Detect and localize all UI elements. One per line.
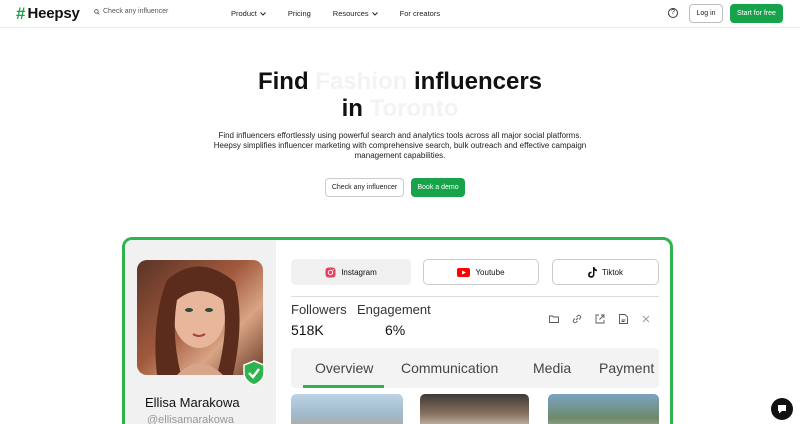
youtube-icon: [457, 267, 471, 277]
chat-button[interactable]: [771, 398, 793, 420]
login-button[interactable]: Log in: [689, 4, 723, 23]
hero-title-in: in: [341, 95, 363, 122]
book-demo-button[interactable]: Book a demo: [411, 178, 465, 197]
chevron-down-icon: [260, 11, 266, 16]
media-thumbnail[interactable]: [420, 394, 529, 424]
instagram-icon: [325, 267, 336, 277]
tab-communication[interactable]: Communication: [401, 360, 498, 376]
nav-for-creators-label: For creators: [399, 9, 441, 18]
logo-text: Heepsy: [27, 5, 80, 22]
profile-name: Ellisa Marakowa: [145, 395, 240, 410]
profile-subtabs: Overview Communication Media Payment: [291, 348, 659, 388]
followers-value: 518K: [291, 322, 324, 338]
tiktok-icon: [587, 266, 597, 278]
external-link-icon[interactable]: [595, 314, 605, 324]
divider: [291, 296, 659, 297]
link-icon[interactable]: [572, 314, 582, 324]
chevron-down-icon: [371, 11, 378, 16]
media-thumbnail[interactable]: [548, 394, 659, 424]
nav-product-label: Product: [231, 9, 257, 18]
tab-youtube[interactable]: Youtube: [423, 259, 539, 285]
nav-resources-label: Resources: [332, 9, 369, 18]
logo[interactable]: # Heepsy: [16, 3, 80, 23]
verified-shield-icon: [243, 360, 265, 386]
top-nav: # Heepsy Check any influencer Product Pr…: [0, 0, 800, 28]
profile-sidebar: Ellisa Marakowa @ellisamarakowa: [125, 240, 276, 424]
engagement-value: 6%: [385, 322, 406, 338]
close-icon[interactable]: [641, 314, 651, 324]
folder-icon[interactable]: [549, 314, 559, 324]
tab-tiktok[interactable]: Tiktok: [552, 259, 659, 285]
tab-instagram-label: Instagram: [341, 267, 377, 277]
question-circle-icon[interactable]: ?: [668, 8, 678, 18]
tab-instagram[interactable]: Instagram: [291, 259, 411, 285]
nav-search-input[interactable]: Check any influencer: [94, 8, 168, 15]
tab-tiktok-label: Tiktok: [601, 267, 624, 277]
card-actions: [549, 314, 651, 324]
pdf-file-icon[interactable]: [618, 314, 628, 324]
hero-subtitle: Find influencers effortlessly using powe…: [213, 131, 587, 160]
search-icon: [94, 8, 100, 15]
hero-title-find: Find: [257, 68, 309, 95]
tab-media[interactable]: Media: [533, 360, 571, 376]
influencer-profile-card: Ellisa Marakowa @ellisamarakowa Instagra…: [122, 237, 673, 424]
hero-title: Find Fashion influencers in Toronto: [0, 68, 800, 122]
followers-label: Followers: [291, 302, 347, 317]
nav-for-creators[interactable]: For creators: [400, 9, 440, 18]
nav-pricing[interactable]: Pricing: [288, 9, 311, 18]
tab-youtube-label: Youtube: [475, 267, 505, 277]
active-tab-indicator: [303, 385, 384, 388]
nav-product[interactable]: Product: [231, 9, 266, 18]
chat-icon: [778, 405, 786, 414]
profile-handle: @ellisamarakowa: [147, 414, 234, 424]
nav-pricing-label: Pricing: [287, 9, 311, 18]
logo-mark: #: [16, 3, 26, 23]
media-thumbnail[interactable]: [291, 394, 403, 424]
hero-title-location: Toronto: [369, 95, 459, 122]
engagement-label: Engagement: [357, 302, 431, 317]
tab-payment[interactable]: Payment: [599, 360, 654, 376]
search-placeholder: Check any influencer: [103, 8, 169, 15]
profile-photo: [137, 260, 263, 375]
hero-title-influencers: influencers: [413, 68, 543, 95]
tab-overview[interactable]: Overview: [315, 360, 373, 376]
check-influencer-button[interactable]: Check any influencer: [325, 178, 404, 197]
nav-resources[interactable]: Resources: [333, 9, 378, 18]
hero-title-category: Fashion: [315, 68, 408, 95]
start-for-free-button[interactable]: Start for free: [730, 4, 783, 23]
